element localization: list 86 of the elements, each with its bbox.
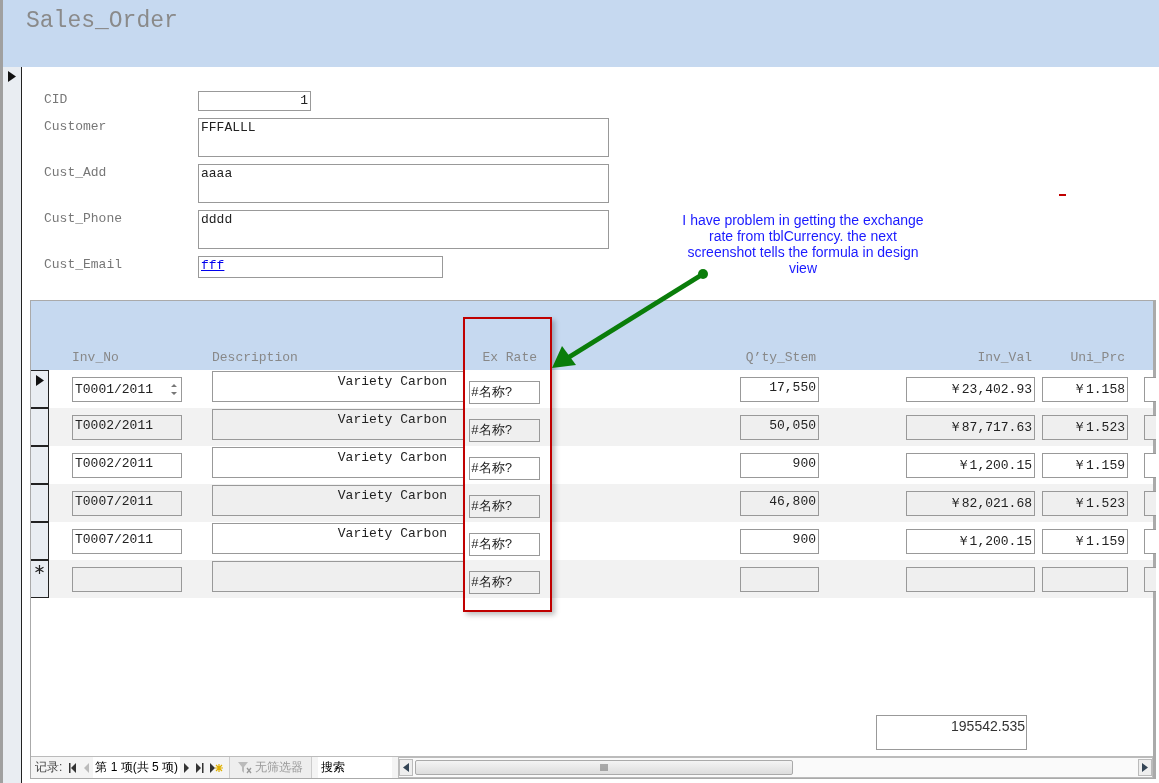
form-title: Sales_Order (26, 8, 178, 34)
cut-off-field[interactable] (1144, 566, 1156, 592)
row-selector[interactable] (31, 408, 49, 446)
exchange-rate-field[interactable]: #名称? (469, 571, 540, 594)
invoice-field[interactable]: T0007/2011 (72, 528, 182, 554)
row-selector[interactable] (31, 560, 49, 598)
row-selector[interactable] (31, 446, 49, 484)
row-selector[interactable] (31, 370, 49, 408)
field-label: Cust_Phone (44, 210, 123, 228)
asterisk-icon (35, 565, 44, 574)
scroll-thumb[interactable] (415, 760, 794, 775)
exchange-rate-field[interactable]: #名称? (469, 495, 540, 518)
horizontal-scrollbar[interactable] (398, 757, 1153, 778)
row-selector[interactable] (31, 484, 49, 522)
text-field[interactable]: dddd (198, 210, 609, 249)
invoice-value-field[interactable]: ￥87,717.63 (906, 414, 1035, 440)
text-field[interactable]: FFFALLL (198, 118, 609, 157)
cut-off-field[interactable] (1144, 528, 1156, 554)
unit-price-field[interactable]: ￥1.523 (1042, 490, 1128, 516)
invoice-field[interactable]: T0002/2011 (72, 452, 182, 478)
column-header: Q’ty_Stem (744, 350, 817, 365)
total-field[interactable]: 195542.535 (876, 715, 1027, 750)
column-header: Inv_Val (976, 350, 1033, 365)
text-field[interactable]: aaaa (198, 164, 609, 203)
unit-price-field[interactable] (1042, 566, 1128, 592)
record-selector[interactable] (3, 67, 22, 783)
new-record-icon (210, 762, 224, 773)
last-record-icon (196, 762, 205, 773)
invoice-field[interactable] (72, 566, 182, 592)
invoice-value-field[interactable]: ￥1,200.15 (906, 528, 1035, 554)
invoice-value-field[interactable]: ￥82,021.68 (906, 490, 1035, 516)
quantity-field[interactable]: 50,050 (740, 414, 819, 440)
description-field[interactable]: Variety Carbon (212, 447, 464, 478)
text-field[interactable]: 1 (198, 91, 311, 111)
field-label: CID (44, 91, 69, 109)
field-label: Cust_Email (44, 256, 123, 274)
record-label: 记录: (34, 759, 64, 776)
invoice-value-field[interactable]: ￥1,200.15 (906, 452, 1035, 478)
invoice-combo[interactable]: T0001/2011 (72, 376, 182, 402)
column-header: Ex Rate (481, 350, 538, 365)
cut-off-field[interactable] (1144, 414, 1156, 440)
invoice-field[interactable]: T0007/2011 (72, 490, 182, 516)
exchange-rate-field[interactable]: #名称? (469, 457, 540, 480)
filter-icon (238, 761, 253, 774)
column-header: Uni_Prc (1069, 350, 1126, 365)
unit-price-field[interactable]: ￥1.523 (1042, 414, 1128, 440)
annotation-text: I have problem in getting the exchange rate from tblCurrency. the next screenshot tells the formula in design view (681, 212, 925, 276)
next-record-icon (183, 762, 191, 773)
exchange-rate-field[interactable]: #名称? (469, 533, 540, 556)
unit-price-field[interactable]: ￥1.159 (1042, 528, 1128, 554)
scroll-left-icon[interactable] (403, 763, 410, 772)
dash-mark (1059, 194, 1066, 196)
invoice-value-field[interactable] (906, 566, 1035, 592)
quantity-field[interactable]: 17,550 (740, 376, 819, 402)
invoice-value-field[interactable]: ￥23,402.93 (906, 376, 1035, 402)
cut-off-field[interactable] (1144, 452, 1156, 478)
exchange-rate-field[interactable]: #名称? (469, 381, 540, 404)
description-field[interactable]: Variety Carbon (212, 523, 464, 554)
record-position-field[interactable]: 第 1 项(共 5 项) (93, 757, 181, 778)
field-label: Cust_Add (44, 164, 108, 182)
grip-icon (600, 764, 609, 771)
row-selector[interactable] (31, 522, 49, 560)
previous-record-icon (83, 762, 91, 773)
current-record-icon (8, 71, 16, 82)
quantity-field[interactable] (740, 566, 819, 592)
unit-price-field[interactable]: ￥1.158 (1042, 376, 1128, 402)
first-record-icon (69, 762, 78, 773)
quantity-field[interactable]: 900 (740, 528, 819, 554)
cut-off-field[interactable] (1144, 490, 1156, 516)
email-field[interactable]: fff (198, 256, 443, 278)
quantity-field[interactable]: 900 (740, 452, 819, 478)
column-header: Description (212, 350, 299, 365)
invoice-field[interactable]: T0002/2011 (72, 414, 182, 440)
current-record-icon (35, 375, 44, 386)
exchange-rate-field[interactable]: #名称? (469, 419, 540, 442)
unit-price-field[interactable]: ￥1.159 (1042, 452, 1128, 478)
description-field[interactable]: Variety Carbon (212, 371, 464, 402)
field-label: Customer (44, 118, 108, 136)
description-field[interactable]: Variety Carbon (212, 409, 464, 440)
description-field[interactable] (212, 561, 464, 592)
column-header: Inv_No (72, 350, 120, 365)
description-field[interactable]: Variety Carbon (212, 485, 464, 516)
search-field[interactable]: 搜索 (318, 757, 393, 778)
scroll-right-icon[interactable] (1142, 763, 1148, 772)
quantity-field[interactable]: 46,800 (740, 490, 819, 516)
cut-off-field[interactable] (1144, 376, 1156, 402)
